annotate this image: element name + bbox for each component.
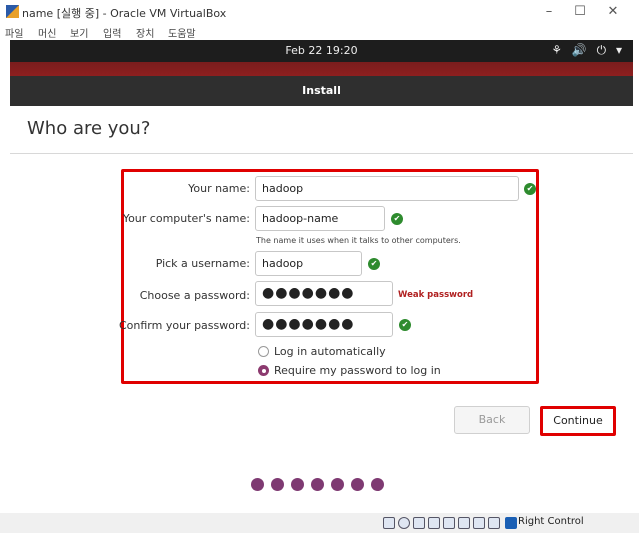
hard-disk-icon[interactable] bbox=[383, 517, 395, 529]
menu-devices[interactable]: 장치 bbox=[136, 25, 154, 40]
host-key-arrow-icon bbox=[505, 517, 517, 529]
network-icon[interactable] bbox=[428, 517, 440, 529]
computer-name-label: Your computer's name: bbox=[122, 212, 250, 225]
menu-input[interactable]: 입력 bbox=[103, 25, 121, 40]
installer-titlebar: Install bbox=[10, 76, 633, 106]
page-title: Who are you? bbox=[27, 118, 151, 139]
continue-button[interactable]: Continue bbox=[540, 406, 616, 436]
username-field[interactable]: hadoop bbox=[255, 251, 362, 276]
window-title: name [실행 중] - Oracle VM VirtualBox bbox=[22, 7, 227, 20]
login-automatically-label[interactable]: Log in automatically bbox=[274, 345, 386, 358]
progress-dot bbox=[291, 478, 304, 491]
shared-folder-icon[interactable] bbox=[458, 517, 470, 529]
username-label: Pick a username: bbox=[155, 257, 250, 270]
name-label: Your name: bbox=[188, 182, 250, 195]
menu-help[interactable]: 도움말 bbox=[168, 25, 196, 40]
progress-dot bbox=[351, 478, 364, 491]
gnome-top-bar: Feb 22 19:20 ⚘ 🔊 ⏻ ▾ bbox=[10, 40, 633, 62]
vbox-statusbar: Right Control bbox=[0, 513, 639, 533]
vbox-titlebar: name [실행 중] - Oracle VM VirtualBox – ☐ ✕ bbox=[0, 0, 639, 24]
maximize-button[interactable]: ☐ bbox=[565, 3, 595, 21]
display-icon[interactable] bbox=[473, 517, 485, 529]
vbox-menubar: 파일 머신 보기 입력 장치 도움말 bbox=[0, 24, 639, 40]
audio-icon[interactable] bbox=[413, 517, 425, 529]
name-valid-icon: ✔ bbox=[524, 183, 536, 195]
header-band bbox=[10, 62, 633, 76]
virtualbox-logo-icon bbox=[6, 5, 19, 18]
computer-name-hint: The name it uses when it talks to other … bbox=[256, 236, 461, 245]
optical-drive-icon[interactable] bbox=[398, 517, 410, 529]
progress-dot bbox=[371, 478, 384, 491]
divider bbox=[10, 153, 633, 154]
usb-icon[interactable] bbox=[443, 517, 455, 529]
require-password-radio[interactable] bbox=[258, 365, 269, 376]
password-field[interactable]: ●●●●●●● bbox=[255, 281, 393, 306]
password-label: Choose a password: bbox=[139, 289, 250, 302]
recording-icon[interactable] bbox=[488, 517, 500, 529]
host-key-label: Right Control bbox=[518, 516, 584, 527]
guest-screen: Feb 22 19:20 ⚘ 🔊 ⏻ ▾ Install Who are you… bbox=[10, 40, 633, 520]
installer-title: Install bbox=[302, 84, 341, 97]
confirm-password-field[interactable]: ●●●●●●● bbox=[255, 312, 393, 337]
progress-dot bbox=[331, 478, 344, 491]
login-automatically-radio[interactable] bbox=[258, 346, 269, 357]
require-password-label[interactable]: Require my password to log in bbox=[274, 364, 441, 377]
username-valid-icon: ✔ bbox=[368, 258, 380, 270]
clock[interactable]: Feb 22 19:20 bbox=[10, 44, 633, 57]
minimize-button[interactable]: – bbox=[534, 3, 564, 21]
progress-dot bbox=[271, 478, 284, 491]
progress-dot bbox=[251, 478, 264, 491]
password-strength: Weak password bbox=[398, 290, 474, 300]
progress-dot bbox=[311, 478, 324, 491]
computer-name-valid-icon: ✔ bbox=[391, 213, 403, 225]
name-field[interactable]: hadoop bbox=[255, 176, 519, 201]
back-button[interactable]: Back bbox=[454, 406, 530, 434]
system-tray-icons[interactable]: ⚘ 🔊 ⏻ ▾ bbox=[551, 43, 625, 58]
computer-name-field[interactable]: hadoop-name bbox=[255, 206, 385, 231]
menu-machine[interactable]: 머신 bbox=[38, 25, 56, 40]
close-button[interactable]: ✕ bbox=[598, 3, 628, 21]
menu-view[interactable]: 보기 bbox=[70, 25, 88, 40]
confirm-valid-icon: ✔ bbox=[399, 319, 411, 331]
confirm-password-label: Confirm your password: bbox=[118, 319, 250, 332]
menu-file[interactable]: 파일 bbox=[5, 25, 23, 40]
